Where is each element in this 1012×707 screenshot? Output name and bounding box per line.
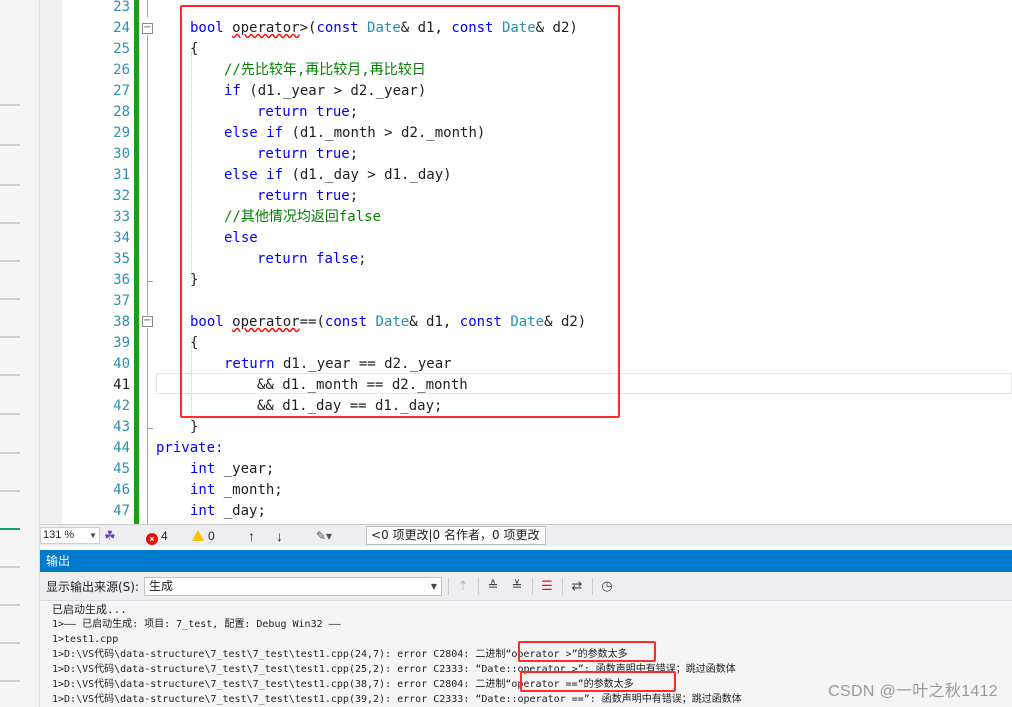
line-number: 37 [113, 293, 130, 309]
watermark: CSDN @一叶之秋1412 [828, 683, 998, 700]
solution-explorer-strip [0, 0, 40, 707]
annotation-box [518, 641, 656, 662]
annotation-box [520, 671, 676, 692]
toolbar-separator [562, 578, 563, 595]
output-line: 1>—— 已启动生成: 项目: 7_test, 配置: Debug Win32 … [52, 619, 341, 630]
output-source-dropdown[interactable]: 生成 ▼ [144, 577, 442, 596]
tree-line [0, 566, 20, 568]
output-panel-title: 输出 [40, 550, 1012, 572]
line-number: 29 [113, 125, 130, 141]
line-number: 28 [113, 104, 130, 120]
annotation-box [180, 5, 620, 418]
find-message-icon[interactable]: ⇡ [453, 577, 473, 596]
code-line-45: int _year; [190, 461, 275, 477]
tree-line [0, 374, 20, 376]
previous-issue-button[interactable]: ↑ [248, 528, 255, 544]
output-line: 1>D:\VS代码\data-structure\7_test\7_test\t… [52, 694, 742, 705]
collapse-icon[interactable]: − [142, 23, 153, 34]
tree-line [0, 413, 20, 415]
line-number: 43 [113, 419, 130, 435]
tree-line-active [0, 528, 20, 530]
chevron-down-icon: ▼ [430, 582, 437, 591]
line-number-current: 41 [113, 377, 130, 393]
error-count[interactable]: × 4 [146, 528, 168, 545]
line-number: 30 [113, 146, 130, 162]
clock-icon[interactable]: ◷ [597, 577, 617, 596]
indicator-margin[interactable] [40, 0, 62, 524]
code-line-46: int _month; [190, 482, 283, 498]
outline-line [147, 328, 148, 524]
outline-line [147, 0, 148, 17]
line-number: 26 [113, 62, 130, 78]
warning-count[interactable]: 0 [192, 528, 215, 544]
toolbar-separator [592, 578, 593, 595]
tree-line [0, 184, 20, 186]
chevron-down-icon: ▼ [89, 531, 97, 540]
tree-line [0, 604, 20, 606]
output-line: 已启动生成... [52, 603, 127, 616]
output-source-label: 显示输出来源(S): [46, 580, 140, 594]
brush-icon[interactable]: ✎▾ [316, 528, 332, 544]
code-line-43: } [190, 419, 199, 435]
change-tracking-bar [134, 0, 139, 524]
line-number: 44 [113, 440, 130, 456]
next-issue-button[interactable]: ↓ [276, 528, 283, 544]
tree-line [0, 260, 20, 262]
tree-line [0, 104, 20, 106]
warning-icon [192, 530, 204, 541]
next-message-icon[interactable]: ≚ [507, 577, 527, 596]
editor-status-strip: 131 % ▼ ☘ × 4 0 ↑ ↓ ✎▾ <0 项更改|0 名作者，0 项更改 [40, 524, 1012, 546]
line-number: 39 [113, 335, 130, 351]
code-line-47: int _day; [190, 503, 266, 519]
outline-line [147, 281, 148, 315]
chevron-left-icon: < [371, 528, 382, 542]
clear-all-icon[interactable]: ☰ [537, 577, 557, 596]
intellicode-icon[interactable]: ☘ [104, 528, 116, 544]
line-number: 35 [113, 251, 130, 267]
line-number: 32 [113, 188, 130, 204]
line-number: 47 [113, 503, 130, 519]
line-number: 31 [113, 167, 130, 183]
line-number: 24 [113, 20, 130, 36]
tree-line [0, 222, 20, 224]
line-number: 25 [113, 41, 130, 57]
tree-line [0, 452, 20, 454]
line-number: 23 [113, 0, 130, 15]
line-number: 38 [113, 314, 130, 330]
line-number: 46 [113, 482, 130, 498]
output-toolbar: 显示输出来源(S): 生成 ▼ ⇡ ≙ ≚ ☰ ⇄ ◷ [40, 572, 1012, 600]
collapse-icon[interactable]: − [142, 316, 153, 327]
tree-line [0, 298, 20, 300]
code-editor[interactable]: 23 24 25 26 27 28 29 30 31 32 33 34 35 3… [40, 0, 1012, 524]
toolbar-separator [532, 578, 533, 595]
line-number: 42 [113, 398, 130, 414]
git-changes-indicator[interactable]: <0 项更改|0 名作者，0 项更改 [366, 526, 547, 545]
toolbar-separator [448, 578, 449, 595]
outline-end [147, 428, 153, 429]
tree-line [0, 642, 20, 644]
outline-line [147, 35, 148, 281]
line-number: 36 [113, 272, 130, 288]
word-wrap-icon[interactable]: ⇄ [567, 577, 587, 596]
tree-line [0, 680, 20, 682]
toolbar-separator [478, 578, 479, 595]
tree-line [0, 336, 20, 338]
line-number: 34 [113, 230, 130, 246]
line-number: 33 [113, 209, 130, 225]
tree-line [0, 490, 20, 492]
line-number: 45 [113, 461, 130, 477]
zoom-select[interactable]: 131 % ▼ [40, 527, 100, 544]
previous-message-icon[interactable]: ≙ [483, 577, 503, 596]
error-icon: × [146, 533, 158, 545]
code-line-44: private: [156, 440, 224, 456]
tree-line [0, 144, 20, 146]
line-number: 27 [113, 83, 130, 99]
output-line: 1>test1.cpp [52, 634, 119, 645]
line-number: 40 [113, 356, 130, 372]
